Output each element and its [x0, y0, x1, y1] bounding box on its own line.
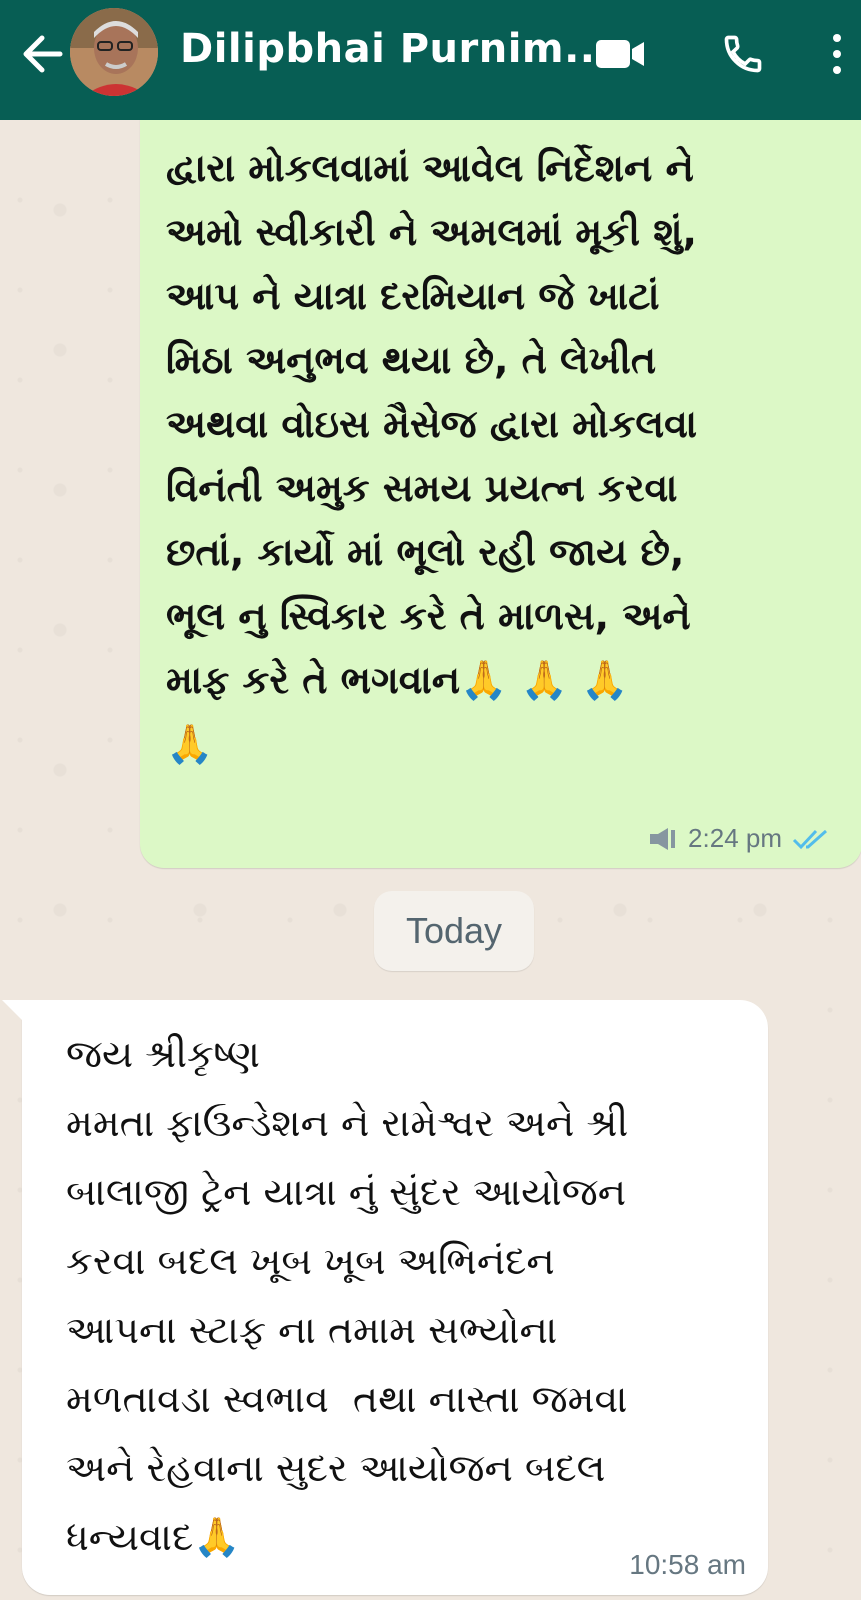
video-call-icon: [596, 40, 644, 68]
voice-call-button[interactable]: [715, 28, 771, 80]
double-check-icon: [792, 829, 827, 849]
message-meta: 2:24 pm: [648, 823, 832, 854]
date-divider: Today: [374, 891, 534, 971]
back-arrow-icon: [23, 35, 63, 73]
avatar[interactable]: [70, 8, 158, 96]
message-text: જય શ્રીકૃષ્ણ મમતા ફાઉન્ડેશન ને રામેશ્વર …: [66, 1032, 629, 1559]
message-time: 2:24 pm: [688, 823, 782, 853]
forwarded-audio-icon: [650, 827, 676, 850]
avatar-photo: [70, 8, 158, 96]
video-call-button[interactable]: [592, 28, 648, 80]
message-text: દ્વારા મોકલવામાં આવેલ નિર્દેશન ને અમો સ્…: [166, 146, 698, 766]
back-button[interactable]: [18, 30, 66, 78]
outgoing-message[interactable]: દ્વારા મોકલવામાં આવેલ નિર્દેશન ને અમો સ્…: [140, 96, 861, 868]
bubble-tail: [2, 1000, 24, 1022]
incoming-message[interactable]: જય શ્રીકૃષ્ણ મમતા ફાઉન્ડેશન ને રામેશ્વર …: [2, 1000, 768, 1595]
chat-header: Dilipbhai Purnim...: [0, 0, 861, 120]
message-time: 10:58 am: [629, 1549, 746, 1580]
more-vert-icon: [833, 34, 841, 74]
phone-call-icon: [724, 35, 762, 73]
contact-name[interactable]: Dilipbhai Purnim...: [180, 26, 611, 72]
more-options-button[interactable]: [822, 28, 852, 80]
